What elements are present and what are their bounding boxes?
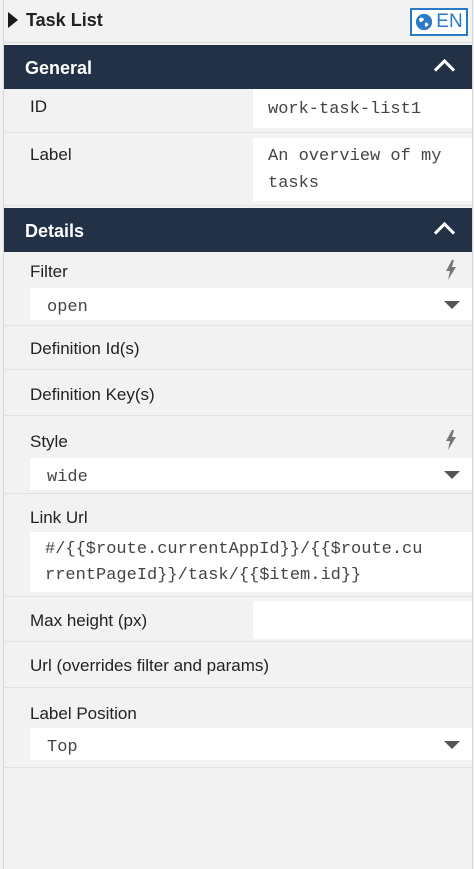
property-row-label: Label An overview of my tasks: [4, 133, 472, 206]
property-label-style: Style: [30, 432, 68, 451]
property-label-definition-ids: Definition Id(s): [30, 339, 140, 358]
properties-panel: Task List EN General ID work-task-list1 …: [3, 0, 473, 869]
language-button[interactable]: EN: [410, 8, 468, 36]
property-row-definition-ids[interactable]: Definition Id(s): [4, 326, 472, 370]
property-row-style: Style wide: [4, 416, 472, 494]
panel-titlebar: Task List EN: [4, 0, 472, 43]
property-label-label-position: Label Position: [30, 704, 137, 723]
label-position-select-value: Top: [47, 738, 78, 757]
property-label-definition-keys: Definition Key(s): [30, 385, 155, 404]
property-label-filter: Filter: [30, 262, 68, 281]
chevron-up-icon[interactable]: [433, 58, 456, 81]
property-label-label: Label: [30, 145, 72, 164]
property-label-url: Url (overrides filter and params): [30, 656, 270, 675]
language-label: EN: [436, 11, 463, 32]
dropdown-caret-icon: [444, 741, 460, 749]
section-general-title: General: [25, 58, 93, 78]
link-url-line1: #/{{$route.currentAppId}}/{{$route.cu: [45, 540, 423, 559]
property-row-url[interactable]: Url (overrides filter and params): [4, 642, 472, 688]
property-row-max-height: Max height (px): [4, 597, 472, 642]
section-details-title: Details: [25, 221, 85, 241]
property-row-definition-keys[interactable]: Definition Key(s): [4, 370, 472, 416]
link-url-textarea[interactable]: #/{{$route.currentAppId}}/{{$route.cu rr…: [30, 532, 472, 592]
collapse-triangle-icon[interactable]: [8, 12, 18, 28]
lightning-bolt-icon[interactable]: [444, 260, 458, 280]
section-general-header[interactable]: General: [4, 45, 472, 89]
property-label-max-height: Max height (px): [30, 611, 148, 630]
filter-select-value: open: [47, 298, 88, 317]
property-row-link-url: Link Url #/{{$route.currentAppId}}/{{$ro…: [4, 494, 472, 597]
property-label-id: ID: [30, 97, 47, 116]
label-textarea-line2: tasks: [268, 174, 320, 193]
property-row-filter: Filter open: [4, 252, 472, 326]
globe-icon: [416, 13, 433, 31]
dropdown-caret-icon: [444, 471, 460, 479]
panel-title: Task List: [26, 10, 103, 30]
property-row-label-position: Label Position Top: [4, 688, 472, 768]
style-select[interactable]: wide: [30, 458, 472, 490]
filter-select[interactable]: open: [30, 288, 472, 320]
style-select-value: wide: [47, 468, 88, 487]
link-url-line2: rrentPageId}}/task/{{$item.id}}: [45, 566, 362, 585]
section-details-header[interactable]: Details: [4, 208, 472, 252]
property-label-link-url: Link Url: [30, 508, 88, 527]
id-input[interactable]: work-task-list1: [253, 89, 472, 128]
label-position-select[interactable]: Top: [30, 728, 472, 760]
label-textarea-line1: An overview of my: [268, 147, 442, 166]
id-input-value: work-task-list1: [268, 100, 422, 119]
dropdown-caret-icon: [444, 301, 460, 309]
property-row-id: ID work-task-list1: [4, 89, 472, 133]
max-height-input[interactable]: [253, 601, 472, 639]
label-textarea[interactable]: An overview of my tasks: [253, 138, 472, 201]
chevron-up-icon[interactable]: [433, 221, 456, 244]
lightning-bolt-icon[interactable]: [444, 430, 458, 450]
